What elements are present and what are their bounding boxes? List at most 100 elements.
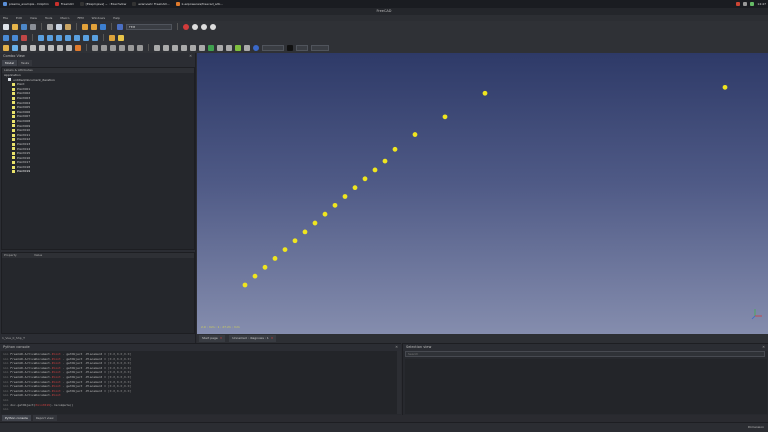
close-icon[interactable]: ✕ <box>189 53 192 60</box>
tab-tasks[interactable]: Tasks <box>18 60 33 66</box>
draw-style-icon[interactable] <box>21 34 27 41</box>
data-point[interactable] <box>382 158 388 164</box>
data-point[interactable] <box>242 282 248 288</box>
close-tab-icon[interactable]: ✕ <box>220 335 223 342</box>
data-point[interactable] <box>392 146 398 152</box>
fit-selection-icon[interactable] <box>12 34 18 41</box>
data-point[interactable] <box>312 220 318 226</box>
data-point[interactable] <box>442 114 448 120</box>
close-icon[interactable]: ✕ <box>762 344 765 351</box>
data-point[interactable] <box>362 176 368 182</box>
material-icon[interactable] <box>21 44 27 51</box>
record-macro-icon[interactable] <box>183 23 189 30</box>
clip-icon[interactable] <box>208 44 214 51</box>
data-point[interactable] <box>282 247 288 253</box>
view-isometric-icon[interactable] <box>38 34 44 41</box>
constraint-plane-icon[interactable] <box>101 44 107 51</box>
mesh-region-icon[interactable] <box>66 44 72 51</box>
copy-icon[interactable] <box>56 23 62 30</box>
cut-icon[interactable] <box>47 23 53 30</box>
clock[interactable]: 14:47 <box>757 2 766 6</box>
tab-start-page[interactable]: Start page ✕ <box>199 335 226 342</box>
constraint-bearing-icon[interactable] <box>110 44 116 51</box>
opacity-selector[interactable] <box>296 44 308 51</box>
new-icon[interactable] <box>3 23 9 30</box>
network-icon[interactable] <box>736 2 741 6</box>
open-icon[interactable] <box>12 23 18 30</box>
battery-icon[interactable] <box>750 2 755 6</box>
point-icon[interactable] <box>199 44 205 51</box>
color-black-icon[interactable] <box>287 44 293 51</box>
refresh-icon[interactable] <box>100 23 106 30</box>
view-bottom-icon[interactable] <box>83 34 89 41</box>
menu-view[interactable]: View <box>30 16 37 20</box>
data-point[interactable] <box>412 132 418 137</box>
constraint-force-icon[interactable] <box>39 44 45 51</box>
data-point[interactable] <box>252 273 258 279</box>
data-point[interactable] <box>342 194 348 199</box>
search-input[interactable]: Search <box>405 351 765 357</box>
view-front-icon[interactable] <box>47 34 53 41</box>
redo-icon[interactable] <box>91 23 97 30</box>
whats-this-icon[interactable] <box>117 23 123 30</box>
menu-help[interactable]: Help <box>113 16 120 20</box>
taskbar-item-terminal-2[interactable]: ezanviwlc FreeCAD... <box>129 1 172 7</box>
constraint-displacement-icon[interactable] <box>92 44 98 51</box>
tab-unnamed[interactable]: Unnamed : diagnosis : 1 ✕ <box>229 335 277 342</box>
cut-plane-icon[interactable] <box>235 44 241 51</box>
view-left-icon[interactable] <box>92 34 98 41</box>
data-point[interactable] <box>262 264 268 270</box>
field-selector[interactable] <box>262 44 284 51</box>
scalar-icon[interactable] <box>217 44 223 51</box>
data-point[interactable] <box>722 84 728 90</box>
execute-macro-icon[interactable] <box>210 23 216 30</box>
data-point[interactable] <box>372 167 378 173</box>
data-at-point-icon[interactable] <box>244 44 250 51</box>
3d-viewport[interactable]: 2.0 ; mm ; 1 ; 27.21 ; mm Start page ✕ Un… <box>197 53 768 343</box>
fluid-icon[interactable] <box>172 44 178 51</box>
selection-list[interactable] <box>405 359 767 414</box>
macros-icon[interactable] <box>201 23 207 30</box>
taskbar-item-freecad[interactable]: FreeCAD <box>52 1 77 7</box>
sphere-icon[interactable] <box>253 44 259 51</box>
view-right-icon[interactable] <box>65 34 71 41</box>
close-icon[interactable]: ✕ <box>395 344 398 351</box>
beam-icon[interactable] <box>163 44 169 51</box>
warp-icon[interactable] <box>226 44 232 51</box>
results-icon[interactable] <box>75 44 81 51</box>
save-icon[interactable] <box>21 23 27 30</box>
part-icon[interactable] <box>118 34 124 41</box>
mesh-icon[interactable] <box>57 44 63 51</box>
view-rear-icon[interactable] <box>74 34 80 41</box>
tab-model[interactable]: Model <box>2 60 18 66</box>
constraint-temperature-icon[interactable] <box>137 44 143 51</box>
menu-edit[interactable]: Edit <box>16 16 22 20</box>
taskbar-item-terminal-1[interactable]: [Ezaplnjava] ~ : Ezachvlkw <box>77 1 130 7</box>
analysis-icon[interactable] <box>3 44 9 51</box>
shell-icon[interactable] <box>154 44 160 51</box>
fit-all-icon[interactable] <box>3 34 9 41</box>
volume-icon[interactable] <box>743 2 748 6</box>
console-scrollbar[interactable] <box>397 351 401 414</box>
constraint-gear-icon[interactable] <box>119 44 125 51</box>
menu-windows[interactable]: Windows <box>92 16 105 20</box>
tree-item-point[interactable]: Point019 <box>2 169 194 174</box>
data-point[interactable] <box>272 256 278 261</box>
data-point[interactable] <box>302 229 308 235</box>
python-console[interactable]: >>> FreeCAD.ActiveDocument.Point . getOb… <box>1 351 397 414</box>
constraint-pressure-icon[interactable] <box>48 44 54 51</box>
menu-tools[interactable]: Tools <box>45 16 52 20</box>
taskbar-item-dolphin[interactable]: plasma_example - Dolphin <box>0 1 52 7</box>
data-point[interactable] <box>332 202 338 208</box>
menu-macro[interactable]: Macro <box>60 16 69 20</box>
scale-selector[interactable] <box>311 44 329 51</box>
data-point[interactable] <box>292 238 298 244</box>
heat-icon[interactable] <box>190 44 196 51</box>
tab-report-view[interactable]: Report view <box>32 415 57 421</box>
stop-macro-icon[interactable] <box>192 23 198 30</box>
solver-icon[interactable] <box>12 44 18 51</box>
workbench-selector[interactable]: FEM <box>126 23 172 30</box>
undo-icon[interactable] <box>82 23 88 30</box>
data-point[interactable] <box>352 185 358 191</box>
constraint-pulley-icon[interactable] <box>128 44 134 51</box>
